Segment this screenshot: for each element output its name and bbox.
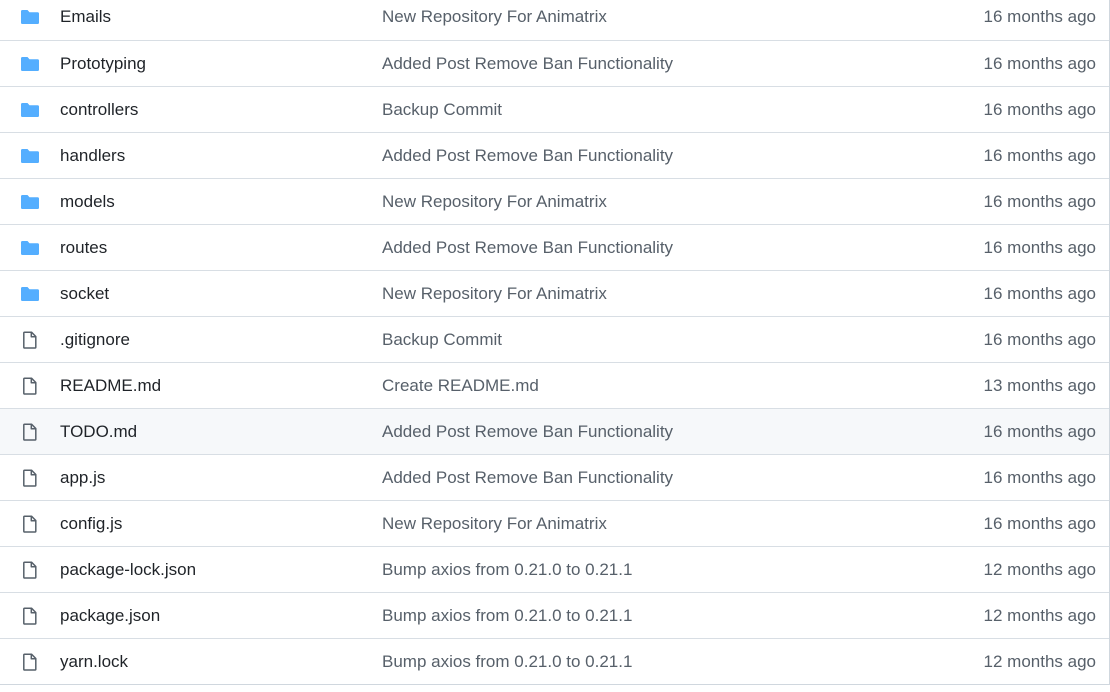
file-list: Emails New Repository For Animatrix 16 m… [0, 0, 1110, 685]
file-row[interactable]: .gitignore Backup Commit 16 months ago [0, 316, 1109, 362]
commit-message-link[interactable]: Bump axios from 0.21.0 to 0.21.1 [382, 560, 632, 580]
commit-message-link[interactable]: New Repository For Animatrix [382, 514, 607, 534]
file-name-link[interactable]: README.md [60, 376, 161, 396]
file-icon [19, 422, 41, 441]
folder-icon [19, 285, 41, 303]
commit-age: 16 months ago [983, 513, 1096, 533]
file-name-link[interactable]: routes [60, 238, 107, 258]
commit-age: 12 months ago [983, 605, 1096, 625]
file-icon [19, 376, 41, 395]
folder-icon [19, 8, 41, 26]
commit-age: 16 months ago [983, 53, 1096, 73]
commit-message-link[interactable]: Added Post Remove Ban Functionality [382, 146, 673, 166]
commit-age: 16 months ago [983, 283, 1096, 303]
file-name-link[interactable]: controllers [60, 100, 138, 120]
file-icon [19, 606, 41, 625]
folder-icon [19, 239, 41, 257]
file-name-link[interactable]: Emails [60, 7, 111, 27]
commit-message-link[interactable]: Added Post Remove Ban Functionality [382, 54, 673, 74]
file-icon [19, 468, 41, 487]
commit-message-link[interactable]: Create README.md [382, 376, 539, 396]
file-name-link[interactable]: Prototyping [60, 54, 146, 74]
commit-message-link[interactable]: New Repository For Animatrix [382, 284, 607, 304]
folder-icon [19, 55, 41, 73]
commit-age: 12 months ago [983, 559, 1096, 579]
commit-message-link[interactable]: New Repository For Animatrix [382, 7, 607, 27]
commit-message-link[interactable]: Added Post Remove Ban Functionality [382, 422, 673, 442]
file-name-link[interactable]: config.js [60, 514, 122, 534]
commit-age: 16 months ago [983, 421, 1096, 441]
commit-age: 12 months ago [983, 651, 1096, 671]
file-row[interactable]: package-lock.json Bump axios from 0.21.0… [0, 546, 1109, 592]
file-name-link[interactable]: yarn.lock [60, 652, 128, 672]
file-name-link[interactable]: .gitignore [60, 330, 130, 350]
commit-message-link[interactable]: Backup Commit [382, 330, 502, 350]
file-row[interactable]: handlers Added Post Remove Ban Functiona… [0, 132, 1109, 178]
commit-message-link[interactable]: New Repository For Animatrix [382, 192, 607, 212]
file-name-link[interactable]: package-lock.json [60, 560, 196, 580]
file-row[interactable]: routes Added Post Remove Ban Functionali… [0, 224, 1109, 270]
file-name-link[interactable]: TODO.md [60, 422, 137, 442]
commit-age: 16 months ago [983, 99, 1096, 119]
folder-icon [19, 147, 41, 165]
file-name-link[interactable]: models [60, 192, 115, 212]
commit-age: 16 months ago [983, 467, 1096, 487]
file-row[interactable]: config.js New Repository For Animatrix 1… [0, 500, 1109, 546]
folder-icon [19, 101, 41, 119]
file-icon [19, 560, 41, 579]
file-row[interactable]: socket New Repository For Animatrix 16 m… [0, 270, 1109, 316]
file-name-link[interactable]: app.js [60, 468, 105, 488]
commit-age: 13 months ago [983, 375, 1096, 395]
file-name-link[interactable]: socket [60, 284, 109, 304]
commit-message-link[interactable]: Added Post Remove Ban Functionality [382, 468, 673, 488]
folder-icon [19, 193, 41, 211]
file-row[interactable]: TODO.md Added Post Remove Ban Functional… [0, 408, 1109, 454]
commit-message-link[interactable]: Bump axios from 0.21.0 to 0.21.1 [382, 652, 632, 672]
file-icon [19, 514, 41, 533]
file-row[interactable]: app.js Added Post Remove Ban Functionali… [0, 454, 1109, 500]
file-row[interactable]: package.json Bump axios from 0.21.0 to 0… [0, 592, 1109, 638]
file-name-link[interactable]: handlers [60, 146, 125, 166]
commit-age: 16 months ago [983, 145, 1096, 165]
file-row[interactable]: controllers Backup Commit 16 months ago [0, 86, 1109, 132]
file-row[interactable]: models New Repository For Animatrix 16 m… [0, 178, 1109, 224]
commit-age: 16 months ago [983, 237, 1096, 257]
file-row[interactable]: Prototyping Added Post Remove Ban Functi… [0, 40, 1109, 86]
commit-age: 16 months ago [983, 191, 1096, 211]
file-row[interactable]: yarn.lock Bump axios from 0.21.0 to 0.21… [0, 638, 1109, 684]
file-icon [19, 652, 41, 671]
commit-message-link[interactable]: Backup Commit [382, 100, 502, 120]
file-row[interactable]: README.md Create README.md 13 months ago [0, 362, 1109, 408]
file-icon [19, 330, 41, 349]
commit-age: 16 months ago [983, 7, 1096, 26]
commit-message-link[interactable]: Bump axios from 0.21.0 to 0.21.1 [382, 606, 632, 626]
file-row[interactable]: Emails New Repository For Animatrix 16 m… [0, 0, 1109, 40]
commit-age: 16 months ago [983, 329, 1096, 349]
commit-message-link[interactable]: Added Post Remove Ban Functionality [382, 238, 673, 258]
file-name-link[interactable]: package.json [60, 606, 160, 626]
